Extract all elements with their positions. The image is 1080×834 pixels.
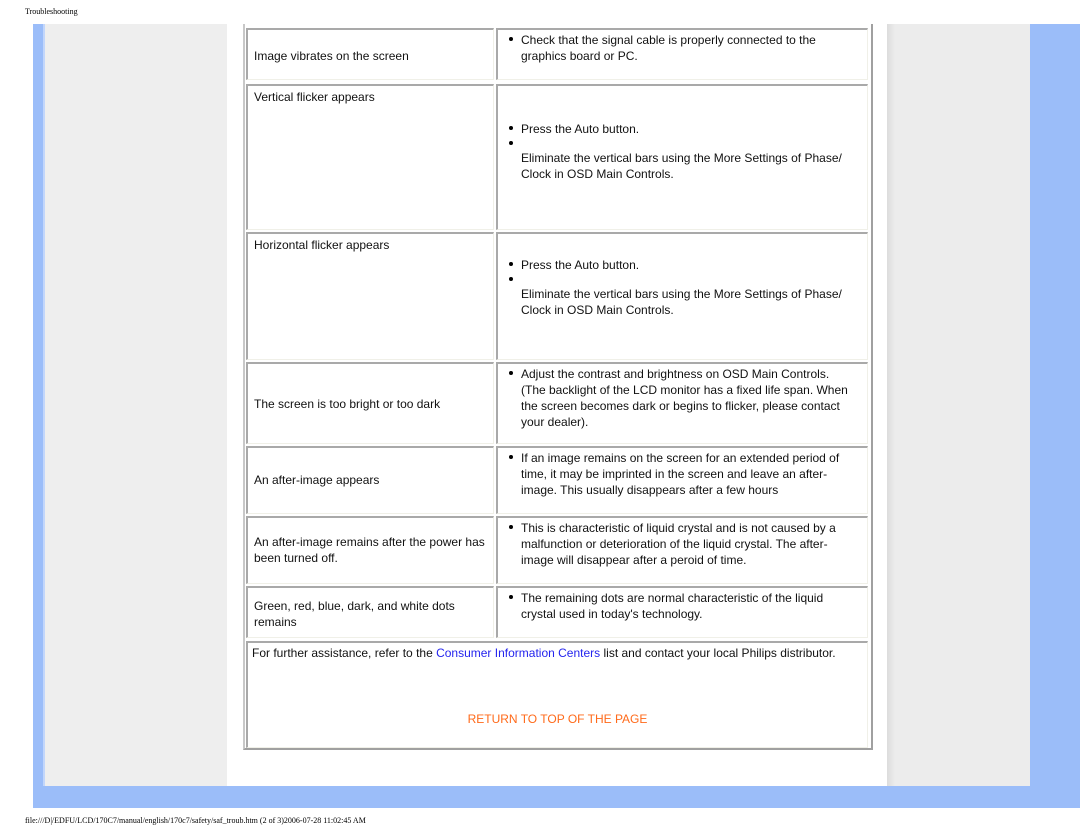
problem-text: The screen is too bright or too dark [254, 397, 441, 411]
problem-text: Green, red, blue, dark, and white dots r… [254, 599, 455, 629]
problem-cell: The screen is too bright or too dark [246, 362, 494, 444]
solution-text: Adjust the contrast and brightness on OS… [521, 367, 848, 429]
problem-cell: An after-image remains after the power h… [246, 516, 494, 584]
problem-cell: Image vibrates on the screen [246, 28, 494, 80]
assistance-text: For further assistance, refer to the Con… [252, 645, 836, 661]
assistance-cell: For further assistance, refer to the Con… [246, 641, 868, 748]
bullet-icon [508, 122, 516, 130]
bullet-icon [508, 521, 516, 529]
solution-text: Check that the signal cable is properly … [521, 33, 816, 63]
problem-text: Image vibrates on the screen [254, 49, 409, 63]
solution-text: Eliminate the vertical bars using the Mo… [521, 151, 842, 181]
left-sidebar [45, 24, 227, 786]
bullet-icon [508, 451, 516, 459]
solution-text: Press the Auto button. [521, 258, 640, 272]
problem-cell: Green, red, blue, dark, and white dots r… [246, 586, 494, 638]
solution-cell: Check that the signal cable is properly … [496, 28, 868, 80]
print-footer-path: file:///D|/EDFU/LCD/170C7/manual/english… [25, 816, 366, 825]
consumer-information-centers-link[interactable]: Consumer Information Centers [436, 646, 600, 660]
solution-text: This is characteristic of liquid crystal… [521, 521, 836, 567]
problem-text: An after-image appears [254, 473, 380, 487]
problem-text: An after-image remains after the power h… [254, 535, 485, 565]
solution-text: If an image remains on the screen for an… [521, 451, 840, 497]
problem-text: Vertical flicker appears [254, 90, 375, 104]
return-to-top-link[interactable]: RETURN TO TOP OF THE PAGE [248, 711, 867, 727]
bullet-icon [508, 137, 516, 145]
bullet-icon [508, 258, 516, 266]
solution-cell: The remaining dots are normal characteri… [496, 586, 868, 638]
assistance-prefix: For further assistance, refer to the [252, 646, 437, 660]
print-header-title: Troubleshooting [25, 7, 78, 16]
solution-cell: If an image remains on the screen for an… [496, 446, 868, 514]
problem-cell: An after-image appears [246, 446, 494, 514]
left-accent-stripe [33, 24, 45, 786]
problem-cell: Horizontal flicker appears [246, 232, 494, 360]
solution-text: Eliminate the vertical bars using the Mo… [521, 287, 842, 317]
bullet-icon [508, 33, 516, 41]
bullet-icon [508, 367, 516, 375]
problem-cell: Vertical flicker appears [246, 84, 494, 230]
bullet-icon [508, 273, 516, 281]
solution-text: Press the Auto button. [521, 122, 640, 136]
right-sidebar [887, 24, 1030, 786]
solution-cell: Press the Auto button. Eliminate the ver… [496, 232, 868, 360]
assistance-suffix: list and contact your local Philips dist… [600, 646, 836, 660]
solution-cell: This is characteristic of liquid crystal… [496, 516, 868, 584]
solution-cell: Press the Auto button. Eliminate the ver… [496, 84, 868, 230]
bullet-icon [508, 591, 516, 599]
solution-cell: Adjust the contrast and brightness on OS… [496, 362, 868, 444]
problem-text: Horizontal flicker appears [254, 238, 390, 252]
solution-text: The remaining dots are normal characteri… [521, 591, 824, 621]
